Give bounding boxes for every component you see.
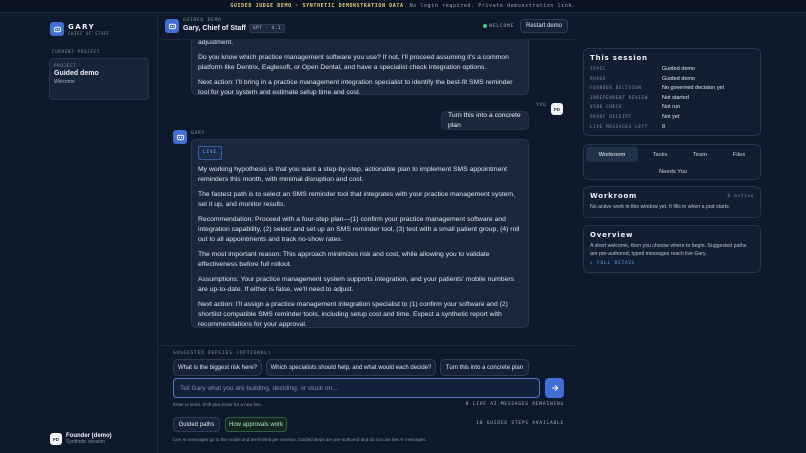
session-key: LIVE MESSAGES LEFT <box>590 123 648 129</box>
send-button[interactable] <box>545 378 564 398</box>
message-paragraph: adjustment. <box>198 40 234 46</box>
header-title: Gary, Chief of Staff <box>183 25 246 32</box>
status-text: WELCOME <box>489 23 514 29</box>
project-card[interactable]: PROJECT Guided demo Welcome <box>49 58 149 100</box>
chat-thread[interactable]: adjustment. Do you know which practice m… <box>158 40 574 345</box>
tab-needs-you[interactable]: Needs You <box>586 164 760 179</box>
messages-remaining: 8 LIVE AI MESSAGES REMAINING <box>465 402 564 407</box>
workroom-body: No active work in this window yet. It fi… <box>590 204 731 210</box>
banner-note: No login required. Private demonstration… <box>409 3 576 9</box>
session-key: FOUNDER DECISION <box>590 85 642 91</box>
tab-team[interactable]: Team <box>682 147 718 162</box>
session-value: Not run <box>662 104 681 111</box>
you-label: YOU <box>536 103 547 108</box>
founder-profile[interactable]: FD Founder (demo) Synthetic session <box>50 433 112 445</box>
tab-files[interactable]: Files <box>720 147 758 162</box>
session-value: 8 <box>662 123 666 130</box>
session-key: PROOF RECEIPT <box>590 113 632 119</box>
live-badge: LIVE <box>198 146 223 160</box>
full-detail-link[interactable]: ▸ FULL DETAIL <box>590 261 754 266</box>
reply-paragraph: Recommendation: Proceed with a four-step… <box>198 216 520 243</box>
suggested-replies-label: SUGGESTED REPLIES (OPTIONAL) <box>173 351 272 356</box>
demo-banner: GUIDED JUDGE DEMO · SYNTHETIC DEMONSTRAT… <box>0 0 806 13</box>
workroom-active-count: 0 active <box>727 194 754 199</box>
gary-avatar-icon <box>173 130 187 144</box>
suggested-reply-chip[interactable]: Which specialists should help, and what … <box>266 359 436 376</box>
suggested-reply-chip[interactable]: What is the biggest risk here? <box>173 359 262 376</box>
user-avatar: FD <box>551 103 563 115</box>
brand-name: GARY <box>68 22 96 31</box>
message-input[interactable] <box>173 378 540 398</box>
panel-tabs: Workroom Tasks Team Files Needs You <box>583 144 761 180</box>
session-key: VIBE CHECK <box>590 104 623 110</box>
gary-label: GARY <box>191 131 206 136</box>
guided-steps-count: 10 GUIDED STEPS AVAILABLE <box>476 421 564 426</box>
tab-tasks[interactable]: Tasks <box>640 147 680 162</box>
session-value: Not yet <box>662 113 680 120</box>
reply-paragraph: The most important reason: This approach… <box>198 251 490 268</box>
assistant-reply: LIVE My working hypothesis is that you w… <box>191 139 529 328</box>
session-key: TOPIC <box>590 66 607 71</box>
message-paragraph: Next action: I'll bring in a practice ma… <box>198 79 513 96</box>
project-label: PROJECT <box>54 63 77 68</box>
composer: SUGGESTED REPLIES (OPTIONAL) What is the… <box>158 345 574 453</box>
reply-paragraph: My working hypothesis is that you want a… <box>198 166 508 183</box>
status-dot-icon <box>483 24 488 28</box>
session-key: INDEPENDENT REVIEW <box>590 94 648 100</box>
founder-avatar: FD <box>50 433 62 445</box>
reply-paragraph: Assumptions: Your practice management sy… <box>198 276 515 293</box>
workroom-card: Workroom 0 active No active work in this… <box>583 186 761 218</box>
session-card: This session TOPIC Guided demo PHASE Gui… <box>583 48 761 136</box>
session-value: Not started <box>662 94 689 101</box>
session-title: This session <box>590 54 648 62</box>
banner-title: GUIDED JUDGE DEMO · SYNTHETIC DEMONSTRAT… <box>230 3 404 9</box>
reply-paragraph: Next action: I'll assign a practice mana… <box>198 301 508 328</box>
sidebar: GARY CHIEF OF STAFF CURRENT PROJECT PROJ… <box>0 13 158 453</box>
founder-subtitle: Synthetic session <box>66 439 105 445</box>
brand[interactable]: GARY CHIEF OF STAFF <box>50 22 110 36</box>
overview-title: Overview <box>590 231 634 239</box>
status-indicator: WELCOME <box>483 24 514 29</box>
restart-demo-button[interactable]: Restart demo <box>519 19 568 33</box>
right-panel: This session TOPIC Guided demo PHASE Gui… <box>574 40 806 453</box>
session-key: PHASE <box>590 75 607 81</box>
project-subtitle: Welcome <box>54 79 75 85</box>
overview-card: Overview A short welcome, then you choos… <box>583 225 761 273</box>
session-value: Guided demo <box>662 75 696 82</box>
user-message: Turn this into a concrete plan <box>441 111 529 130</box>
model-badge: GPT · 4.1 <box>248 24 285 33</box>
gary-avatar-icon <box>165 19 179 33</box>
overview-body: A short welcome, then you choose where t… <box>590 243 747 257</box>
message-paragraph: Do you know which practice management so… <box>198 54 509 71</box>
input-hint: Enter to send. Shift plus Enter for a ne… <box>173 402 263 407</box>
current-project-label: CURRENT PROJECT <box>52 49 101 54</box>
header-label: GUIDED DEMO <box>183 18 222 23</box>
chat-header: GUIDED DEMO Gary, Chief of Staff GPT · 4… <box>158 13 574 40</box>
guided-paths-button[interactable]: Guided paths <box>173 417 220 432</box>
reply-paragraph: The fastest path is to select an SMS rem… <box>198 191 515 208</box>
suggested-reply-chip[interactable]: Turn this into a concrete plan <box>440 359 529 376</box>
gary-logo-icon <box>50 22 64 36</box>
previous-assistant-message: adjustment. Do you know which practice m… <box>191 40 529 96</box>
session-value: Guided demo <box>662 66 696 72</box>
project-name: Guided demo <box>54 70 99 77</box>
approvals-button[interactable]: How approvals work <box>225 417 287 432</box>
session-value: No governed decision yet <box>662 85 725 92</box>
footnote: Live AI messages go to the model and are… <box>173 437 427 442</box>
tab-workroom[interactable]: Workroom <box>586 147 638 162</box>
arrow-right-icon <box>551 385 558 391</box>
brand-subtitle: CHIEF OF STAFF <box>68 30 111 36</box>
